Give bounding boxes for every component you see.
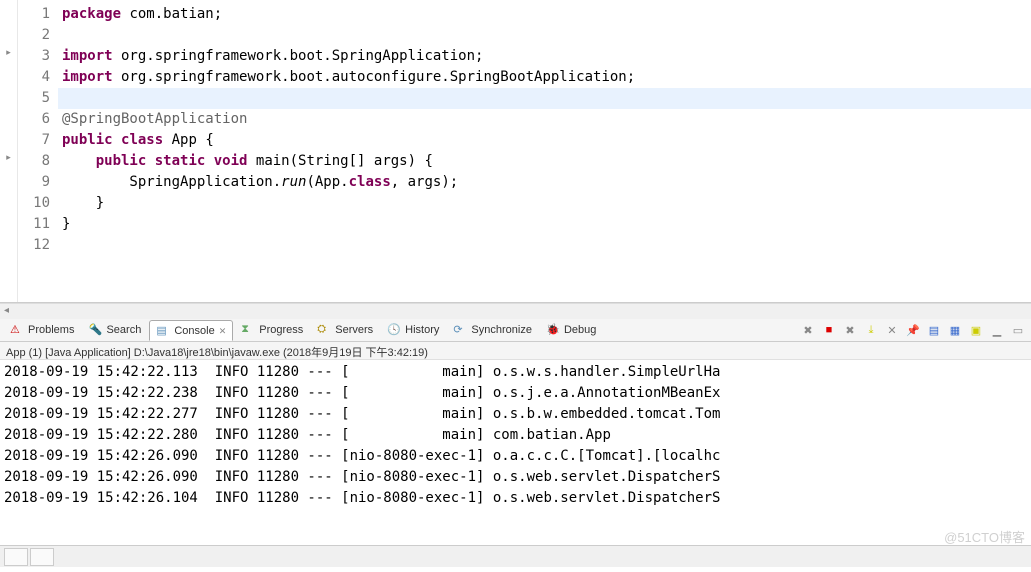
history-icon: 🕓 — [387, 323, 401, 337]
tab-progress[interactable]: ⧗ Progress — [235, 321, 309, 339]
line-number: 7 — [18, 130, 50, 151]
tab-label: Console — [174, 325, 214, 337]
maximize-icon[interactable]: ▭ — [1009, 321, 1027, 339]
code-line[interactable]: import org.springframework.boot.autoconf… — [58, 67, 1031, 88]
terminate-icon[interactable]: ■ — [820, 321, 838, 339]
tab-label: Servers — [335, 324, 373, 336]
tab-label: Problems — [28, 324, 74, 336]
pin-console-icon[interactable]: 📌 — [904, 321, 922, 339]
console-log-line: 2018-09-19 15:42:22.277 INFO 11280 --- [… — [4, 404, 1027, 425]
code-line[interactable]: } — [58, 214, 1031, 235]
tab-servers[interactable]: ⛭ Servers — [311, 321, 379, 339]
display-selected-icon[interactable]: ▤ — [925, 321, 943, 339]
marker-empty — [0, 21, 17, 42]
fold-arrow-icon[interactable] — [0, 42, 17, 63]
code-line[interactable]: @SpringBootApplication — [58, 109, 1031, 130]
watermark: @51CTO博客 — [944, 527, 1025, 546]
console-log-line: 2018-09-19 15:42:22.238 INFO 11280 --- [… — [4, 383, 1027, 404]
console-log-line: 2018-09-19 15:42:26.090 INFO 11280 --- [… — [4, 467, 1027, 488]
line-number: 4 — [18, 67, 50, 88]
console-log-line: 2018-09-19 15:42:26.090 INFO 11280 --- [… — [4, 446, 1027, 467]
code-line[interactable]: SpringApplication.run(App.class, args); — [58, 172, 1031, 193]
open-console-icon[interactable]: ▣ — [967, 321, 985, 339]
show-console-icon[interactable]: ▦ — [946, 321, 964, 339]
code-line[interactable] — [58, 235, 1031, 256]
close-tab-icon[interactable]: ✕ — [219, 326, 227, 337]
console-log-line: 2018-09-19 15:42:26.104 INFO 11280 --- [… — [4, 488, 1027, 509]
servers-icon: ⛭ — [317, 323, 331, 337]
code-content[interactable]: package com.batian; import org.springfram… — [58, 0, 1031, 302]
status-button-2[interactable] — [30, 548, 54, 566]
tab-console[interactable]: ▤ Console ✕ — [149, 320, 233, 341]
marker-empty — [0, 210, 17, 231]
tab-label: Search — [106, 324, 141, 336]
tab-label: History — [405, 324, 439, 336]
clear-console-icon[interactable]: ✕ — [883, 321, 901, 339]
code-line[interactable]: } — [58, 193, 1031, 214]
console-toolbar: ✖■✖⤓✕📌▤▦▣▁▭ — [799, 321, 1027, 339]
tab-problems[interactable]: ⚠ Problems — [4, 321, 80, 339]
remove-all-icon[interactable]: ✖ — [841, 321, 859, 339]
tab-label: Progress — [259, 324, 303, 336]
tab-debug[interactable]: 🐞 Debug — [540, 321, 602, 339]
marker-empty — [0, 189, 17, 210]
code-line[interactable] — [58, 25, 1031, 46]
search-icon: 🔦 — [88, 323, 102, 337]
line-number: 11 — [18, 214, 50, 235]
line-number: 1 — [18, 4, 50, 25]
line-number: 2 — [18, 25, 50, 46]
tab-label: Debug — [564, 324, 596, 336]
marker-empty — [0, 168, 17, 189]
status-bar — [0, 545, 1031, 567]
debug-icon: 🐞 — [546, 323, 560, 337]
line-number: 10 — [18, 193, 50, 214]
code-line[interactable]: public class App { — [58, 130, 1031, 151]
synchronize-icon: ⟳ — [453, 323, 467, 337]
progress-icon: ⧗ — [241, 323, 255, 337]
code-line[interactable]: package com.batian; — [58, 4, 1031, 25]
line-number: 12 — [18, 235, 50, 256]
console-log-line: 2018-09-19 15:42:22.113 INFO 11280 --- [… — [4, 362, 1027, 383]
code-editor[interactable]: 123456789101112 package com.batian;impor… — [0, 0, 1031, 303]
editor-horizontal-scrollbar[interactable] — [0, 303, 1031, 319]
code-line[interactable]: import org.springframework.boot.SpringAp… — [58, 46, 1031, 67]
problems-icon: ⚠ — [10, 323, 24, 337]
tab-synchronize[interactable]: ⟳ Synchronize — [447, 321, 538, 339]
tab-label: Synchronize — [471, 324, 532, 336]
tab-search[interactable]: 🔦 Search — [82, 321, 147, 339]
line-number-gutter: 123456789101112 — [18, 0, 58, 302]
marker-empty — [0, 63, 17, 84]
line-number: 9 — [18, 172, 50, 193]
status-button-1[interactable] — [4, 548, 28, 566]
views-tab-bar: ⚠ Problems 🔦 Search ▤ Console ✕ ⧗ Progress ⛭ Serv… — [0, 319, 1031, 342]
marker-empty — [0, 105, 17, 126]
fold-arrow-icon[interactable] — [0, 147, 17, 168]
remove-launch-icon[interactable]: ✖ — [799, 321, 817, 339]
line-number: 8 — [18, 151, 50, 172]
marker-empty — [0, 84, 17, 105]
minimize-icon[interactable]: ▁ — [988, 321, 1006, 339]
scroll-lock-icon[interactable]: ⤓ — [862, 321, 880, 339]
marker-empty — [0, 126, 17, 147]
console-output[interactable]: 2018-09-19 15:42:22.113 INFO 11280 --- [… — [0, 360, 1031, 545]
marker-column — [0, 0, 18, 302]
tab-history[interactable]: 🕓 History — [381, 321, 445, 339]
line-number: 3 — [18, 46, 50, 67]
code-line[interactable] — [58, 88, 1031, 109]
console-log-line: 2018-09-19 15:42:22.280 INFO 11280 --- [… — [4, 425, 1027, 446]
line-number: 6 — [18, 109, 50, 130]
marker-empty — [0, 0, 17, 21]
marker-empty — [0, 231, 17, 252]
console-icon: ▤ — [156, 324, 170, 338]
line-number: 5 — [18, 88, 50, 109]
console-process-header: App (1) [Java Application] D:\Java18\jre… — [0, 342, 1031, 360]
code-line[interactable]: public static void main(String[] args) { — [58, 151, 1031, 172]
